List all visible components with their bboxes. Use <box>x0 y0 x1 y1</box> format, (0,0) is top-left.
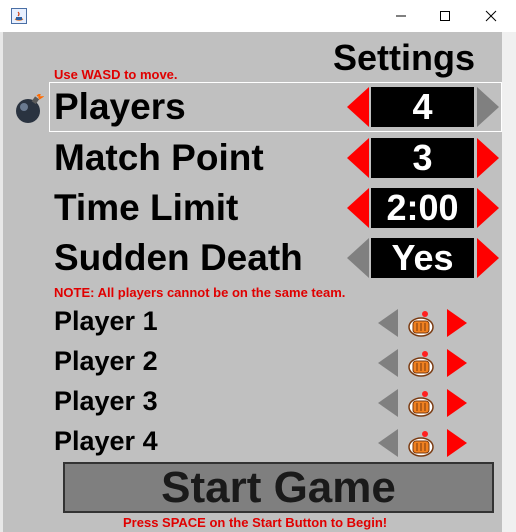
match-point-decrease-arrow[interactable] <box>347 138 369 178</box>
time-limit-label: Time Limit <box>54 187 239 228</box>
player-4-prev-arrow[interactable] <box>378 429 398 457</box>
maximize-button[interactable] <box>422 0 468 32</box>
player-2-label: Player 2 <box>54 346 158 376</box>
player-2-character-icon <box>408 351 434 377</box>
time-limit-increase-arrow[interactable] <box>477 188 499 228</box>
close-button[interactable] <box>468 0 514 32</box>
controls-hint: Use WASD to move. <box>54 67 178 82</box>
player-4-next-arrow[interactable] <box>447 429 467 457</box>
player-2-next-arrow[interactable] <box>447 349 467 377</box>
player-3-prev-arrow[interactable] <box>378 389 398 417</box>
java-app-icon <box>11 8 27 24</box>
start-game-button[interactable]: Start Game <box>63 462 494 513</box>
page-title: Settings <box>333 37 476 78</box>
time-limit-decrease-arrow[interactable] <box>347 188 369 228</box>
window-right-edge <box>502 32 516 532</box>
close-icon <box>485 10 497 22</box>
window-titlebar <box>0 0 516 32</box>
players-label: Players <box>54 86 186 127</box>
bomb-cursor-icon <box>16 94 44 123</box>
sudden-death-label: Sudden Death <box>54 237 303 278</box>
start-hint: Press SPACE on the Start Button to Begin… <box>123 515 388 530</box>
players-increase-arrow[interactable] <box>477 87 499 127</box>
player-1-label: Player 1 <box>54 306 158 336</box>
team-note: NOTE: All players cannot be on the same … <box>54 285 346 300</box>
player-1-prev-arrow[interactable] <box>378 309 398 337</box>
player-4-character-icon <box>408 431 434 457</box>
sudden-death-decrease-arrow[interactable] <box>347 238 369 278</box>
match-point-value: 3 <box>371 137 474 178</box>
player-3-label: Player 3 <box>54 386 158 416</box>
player-1-next-arrow[interactable] <box>447 309 467 337</box>
window-left-edge <box>0 32 3 532</box>
players-decrease-arrow[interactable] <box>347 87 369 127</box>
maximize-icon <box>440 11 450 21</box>
player-2-prev-arrow[interactable] <box>378 349 398 377</box>
match-point-increase-arrow[interactable] <box>477 138 499 178</box>
time-limit-value: 2:00 <box>371 187 474 228</box>
minimize-button[interactable] <box>378 0 424 32</box>
players-value: 4 <box>371 86 474 127</box>
player-4-label: Player 4 <box>54 426 158 456</box>
player-3-character-icon <box>408 391 434 417</box>
player-3-next-arrow[interactable] <box>447 389 467 417</box>
match-point-label: Match Point <box>54 137 264 178</box>
minimize-icon <box>396 15 406 17</box>
sudden-death-increase-arrow[interactable] <box>477 238 499 278</box>
sudden-death-value: Yes <box>371 237 474 278</box>
player-1-character-icon <box>408 311 434 337</box>
